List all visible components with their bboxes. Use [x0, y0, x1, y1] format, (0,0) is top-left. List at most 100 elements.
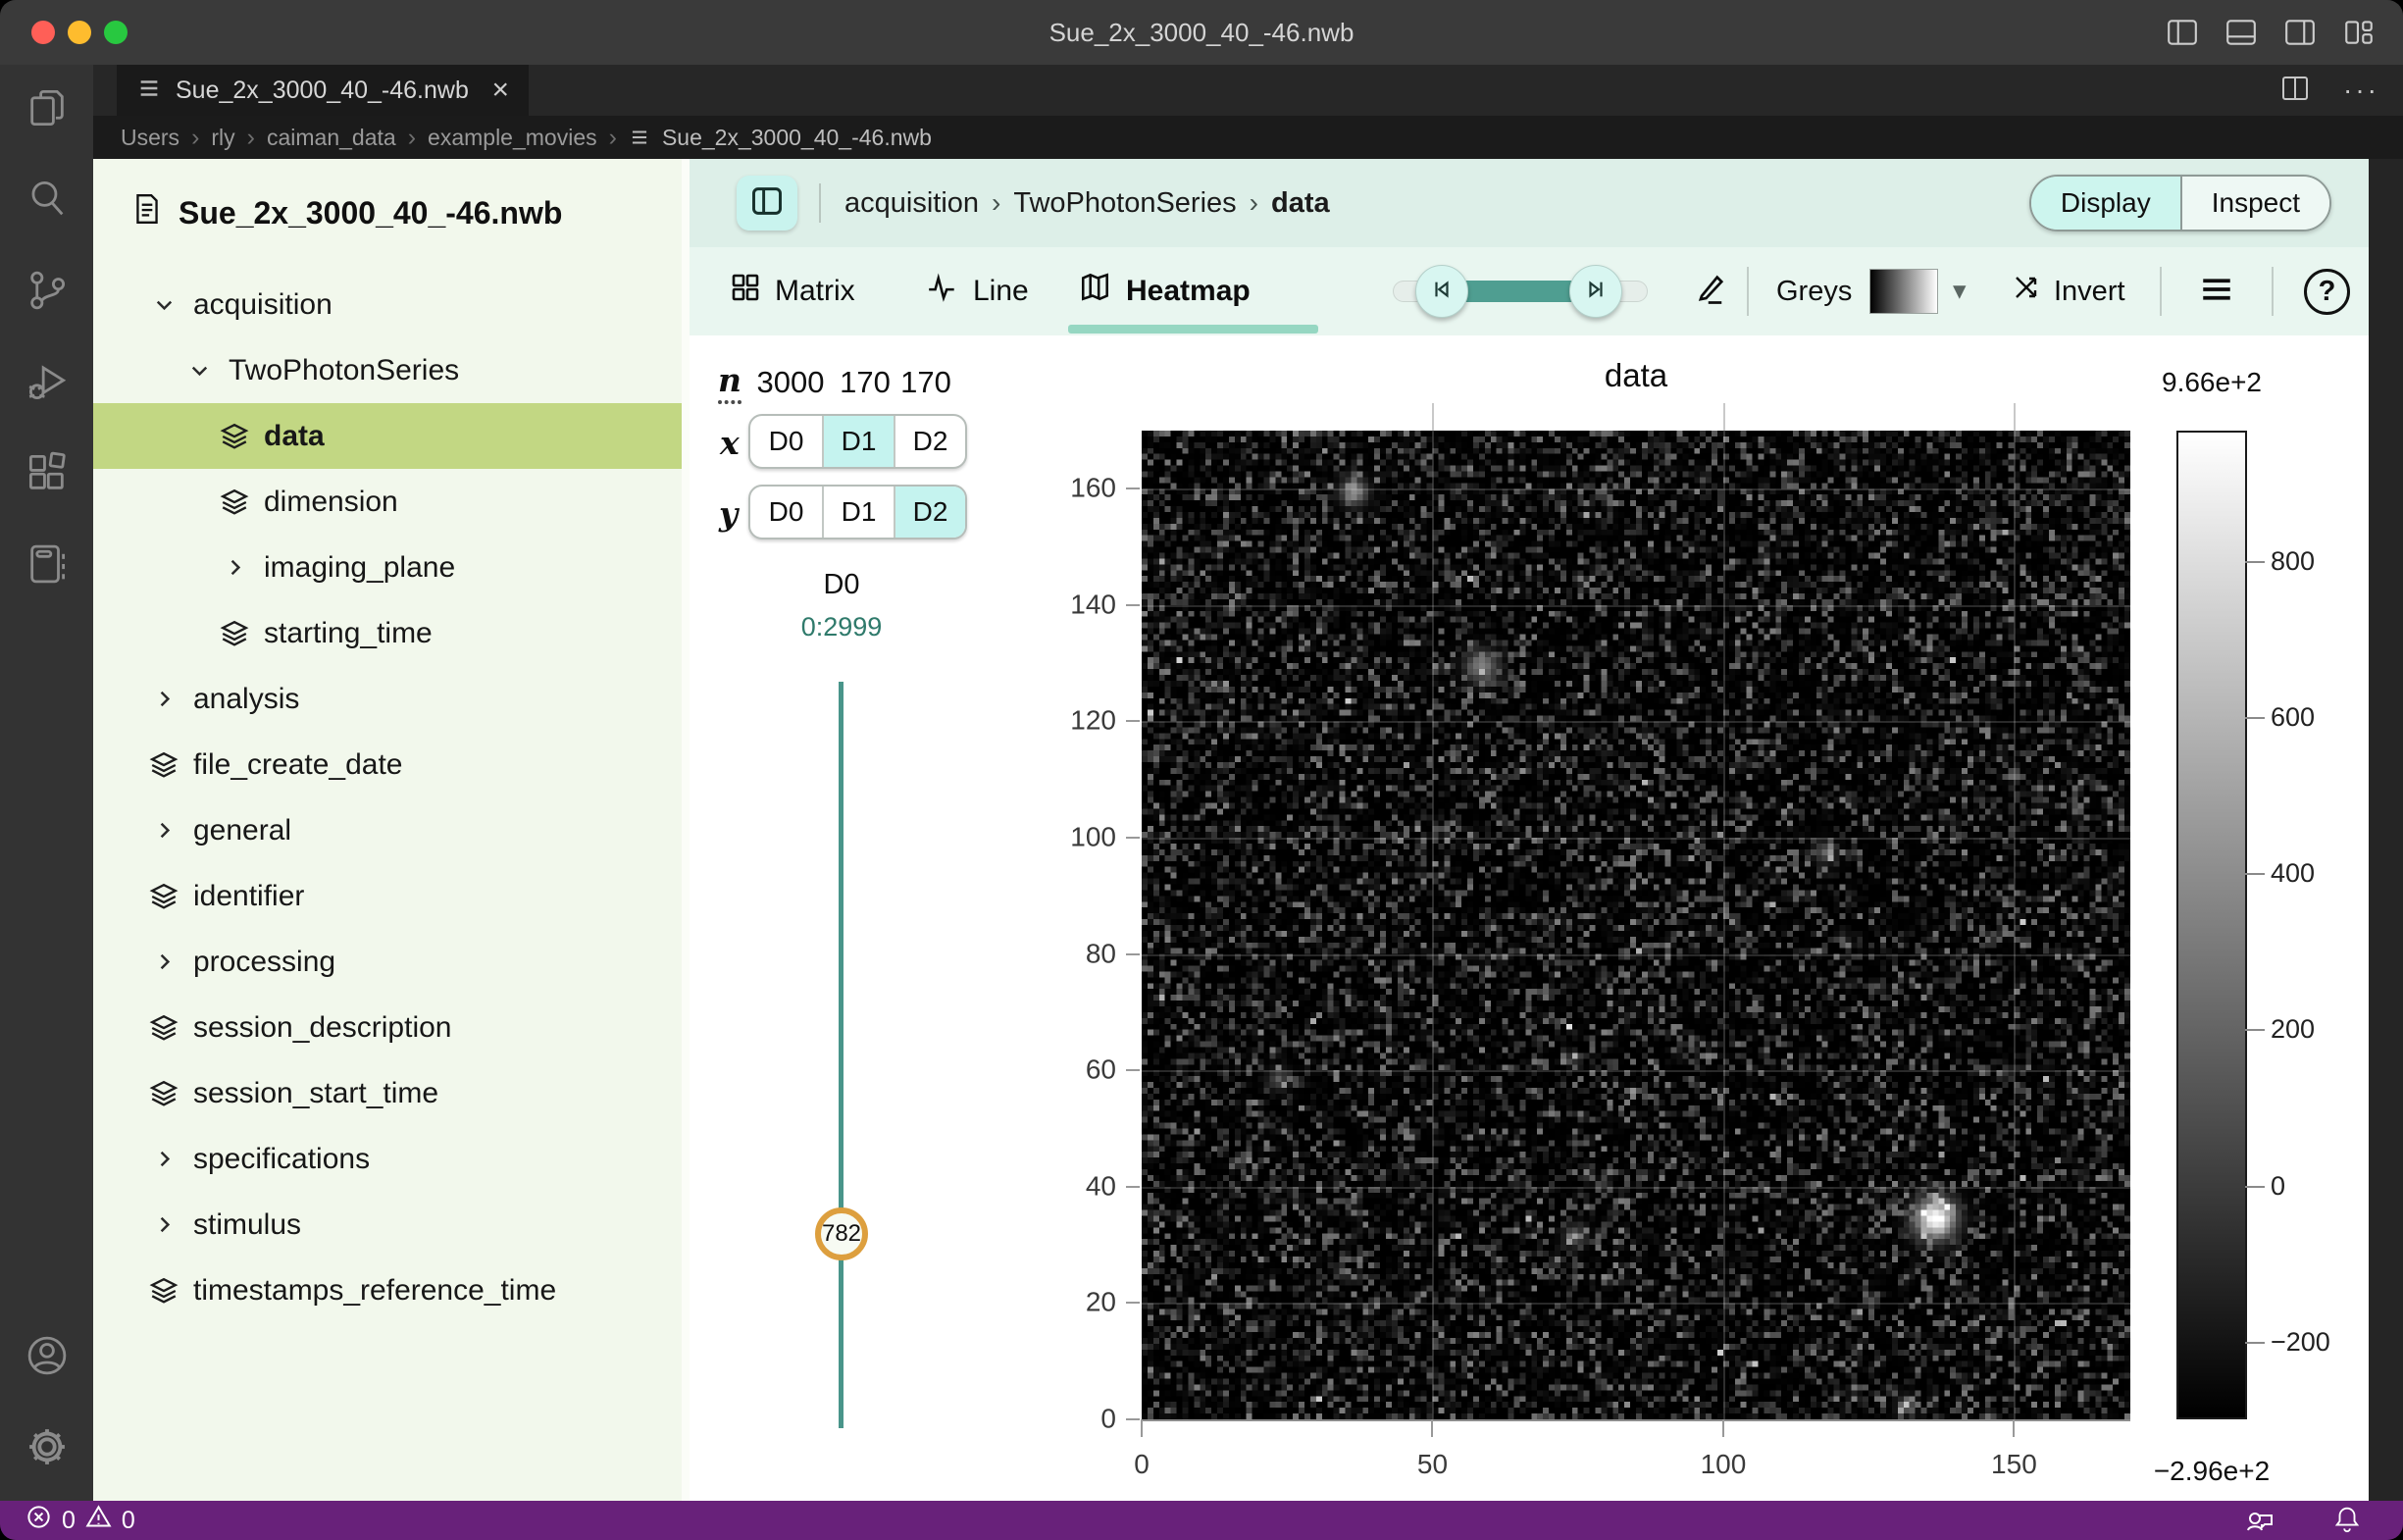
- tree-item-label: data: [264, 420, 325, 453]
- tree-item-stimulus[interactable]: stimulus: [93, 1192, 682, 1258]
- heatmap-plot[interactable]: 050100150020406080100120140160: [1142, 431, 2130, 1419]
- breadcrumb-separator: ›: [609, 124, 617, 152]
- colorbar: 8006004002000−200: [2176, 431, 2247, 1419]
- viewer-content: n 3000 170 170 x D0 D1 D2 y D0 D1 D2 D0 …: [690, 335, 2369, 1501]
- titlebar: Sue_2x_3000_40_-46.nwb: [0, 0, 2403, 65]
- colormap-swatch[interactable]: [1869, 269, 1938, 314]
- x-tick-label: 50: [1417, 1449, 1448, 1480]
- toggle-primary-sidebar-icon[interactable]: [2166, 16, 2199, 49]
- sidebar-item-notebook[interactable]: [0, 521, 93, 612]
- toggle-panel-icon[interactable]: [2224, 16, 2258, 49]
- problems-indicator[interactable]: 0 0: [0, 1504, 135, 1537]
- vertical-gridline-extension: [2014, 403, 2016, 431]
- x-dim-d2-button[interactable]: D2: [894, 416, 965, 467]
- tree-item-file_create_date[interactable]: file_create_date: [93, 732, 682, 797]
- customize-layout-icon[interactable]: [2342, 16, 2376, 49]
- toggle-tree-panel-button[interactable]: [737, 176, 797, 231]
- heatmap-map-icon: [1079, 271, 1112, 312]
- y-dim-d2-button[interactable]: D2: [894, 487, 965, 538]
- x-dim-d0-button[interactable]: D0: [750, 416, 822, 467]
- y-tick: [1126, 953, 1140, 955]
- colorbar-min-label: −2.96e+2: [2092, 1456, 2331, 1487]
- range-start-handle[interactable]: [1415, 265, 1468, 318]
- toggle-secondary-sidebar-icon[interactable]: [2283, 16, 2317, 49]
- tree-item-data[interactable]: data: [93, 403, 682, 469]
- edit-range-button[interactable]: [1688, 269, 1733, 314]
- horizontal-gridline: [1142, 1303, 2130, 1305]
- tree-item-imaging_plane[interactable]: imaging_plane: [93, 535, 682, 600]
- display-mode-button[interactable]: Display: [2031, 177, 2180, 230]
- sidebar-item-search[interactable]: [0, 156, 93, 247]
- inspect-mode-button[interactable]: Inspect: [2180, 177, 2329, 230]
- colorbar-tick-label: 800: [2271, 546, 2315, 577]
- sidebar-item-run-debug[interactable]: [0, 338, 93, 430]
- viewer-breadcrumb-current: data: [1271, 187, 1330, 220]
- tree-item-timestamps_reference_time[interactable]: timestamps_reference_time: [93, 1258, 682, 1323]
- skip-start-icon: [1431, 279, 1453, 305]
- sidebar-item-explorer[interactable]: [0, 65, 93, 156]
- y-tick-label: 0: [1100, 1403, 1116, 1434]
- breadcrumb-separator: ›: [191, 124, 199, 152]
- tree-item-session_description[interactable]: session_description: [93, 995, 682, 1060]
- tab-close-icon[interactable]: ×: [491, 76, 509, 105]
- horizontal-gridline: [1142, 1070, 2130, 1072]
- tree-item-TwoPhotonSeries[interactable]: TwoPhotonSeries: [93, 337, 682, 403]
- sidebar-item-extensions[interactable]: [0, 430, 93, 521]
- range-end-handle[interactable]: [1569, 265, 1622, 318]
- breadcrumb-item[interactable]: example_movies: [428, 125, 597, 151]
- breadcrumb-item[interactable]: caiman_data: [267, 125, 396, 151]
- tree-item-dimension[interactable]: dimension: [93, 469, 682, 535]
- chevron-down-icon[interactable]: ▾: [1953, 247, 1967, 335]
- tab-heatmap[interactable]: Heatmap: [1079, 247, 1251, 335]
- horizontal-gridline: [1142, 721, 2130, 723]
- tree-file-title-label: Sue_2x_3000_40_-46.nwb: [179, 195, 562, 231]
- y-tick: [1126, 1069, 1140, 1071]
- viewer-breadcrumb-item[interactable]: TwoPhotonSeries: [1013, 187, 1236, 220]
- notebook-icon: [25, 541, 70, 591]
- explorer-icon: [25, 85, 70, 135]
- tab-line[interactable]: Line: [926, 247, 1029, 335]
- menu-button[interactable]: [2194, 269, 2239, 314]
- y-dim-d0-button[interactable]: D0: [750, 487, 822, 538]
- feedback-icon[interactable]: [2244, 1503, 2275, 1539]
- breadcrumb-separator: ›: [1250, 187, 1258, 219]
- more-actions-icon[interactable]: ···: [2343, 75, 2379, 106]
- breadcrumb-item[interactable]: rly: [211, 125, 234, 151]
- breadcrumb-item[interactable]: Users: [121, 125, 179, 151]
- y-tick: [1126, 604, 1140, 606]
- x-dim-d1-button[interactable]: D1: [822, 416, 894, 467]
- tree-item-label: TwoPhotonSeries: [229, 354, 459, 387]
- sidebar-item-source-control[interactable]: [0, 247, 93, 338]
- frame-slider-value: 782: [822, 1220, 861, 1248]
- tree-item-acquisition[interactable]: acquisition: [93, 272, 682, 337]
- tree-item-starting_time[interactable]: starting_time: [93, 600, 682, 666]
- tree-item-label: timestamps_reference_time: [193, 1274, 556, 1308]
- tab-matrix[interactable]: Matrix: [730, 247, 855, 335]
- editor-right-gutter: [2369, 159, 2403, 1501]
- viewer-breadcrumb-item[interactable]: acquisition: [844, 187, 979, 220]
- tree-item-processing[interactable]: processing: [93, 929, 682, 995]
- tree-item-label: identifier: [193, 880, 304, 913]
- account-button[interactable]: [0, 1312, 93, 1404]
- tree-item-identifier[interactable]: identifier: [93, 863, 682, 929]
- tree-item-general[interactable]: general: [93, 797, 682, 863]
- tree-item-label: file_create_date: [193, 748, 403, 782]
- help-button[interactable]: ?: [2304, 269, 2350, 315]
- tree-item-session_start_time[interactable]: session_start_time: [93, 1060, 682, 1126]
- frame-slider-track[interactable]: [839, 682, 844, 1428]
- y-dim-d1-button[interactable]: D1: [822, 487, 894, 538]
- n-label: n: [718, 361, 741, 404]
- tree-item-analysis[interactable]: analysis: [93, 666, 682, 732]
- notifications-bell-icon[interactable]: [2332, 1504, 2362, 1538]
- tree-file-title: Sue_2x_3000_40_-46.nwb: [93, 159, 682, 233]
- settings-button[interactable]: [0, 1404, 93, 1495]
- frame-slider-handle[interactable]: 782: [815, 1207, 868, 1260]
- breadcrumb-file[interactable]: Sue_2x_3000_40_-46.nwb: [662, 125, 932, 151]
- editor-tab-strip: Sue_2x_3000_40_-46.nwb × ···: [93, 65, 2403, 116]
- nwb-tree-panel: Sue_2x_3000_40_-46.nwb acquisition TwoPho…: [93, 159, 690, 1501]
- tab-nwb-file[interactable]: Sue_2x_3000_40_-46.nwb ×: [117, 65, 529, 116]
- colorbar-tick-label: 200: [2271, 1014, 2315, 1045]
- split-editor-icon[interactable]: [2280, 74, 2310, 108]
- tree-item-specifications[interactable]: specifications: [93, 1126, 682, 1192]
- invert-colormap-button[interactable]: Invert: [2012, 247, 2125, 335]
